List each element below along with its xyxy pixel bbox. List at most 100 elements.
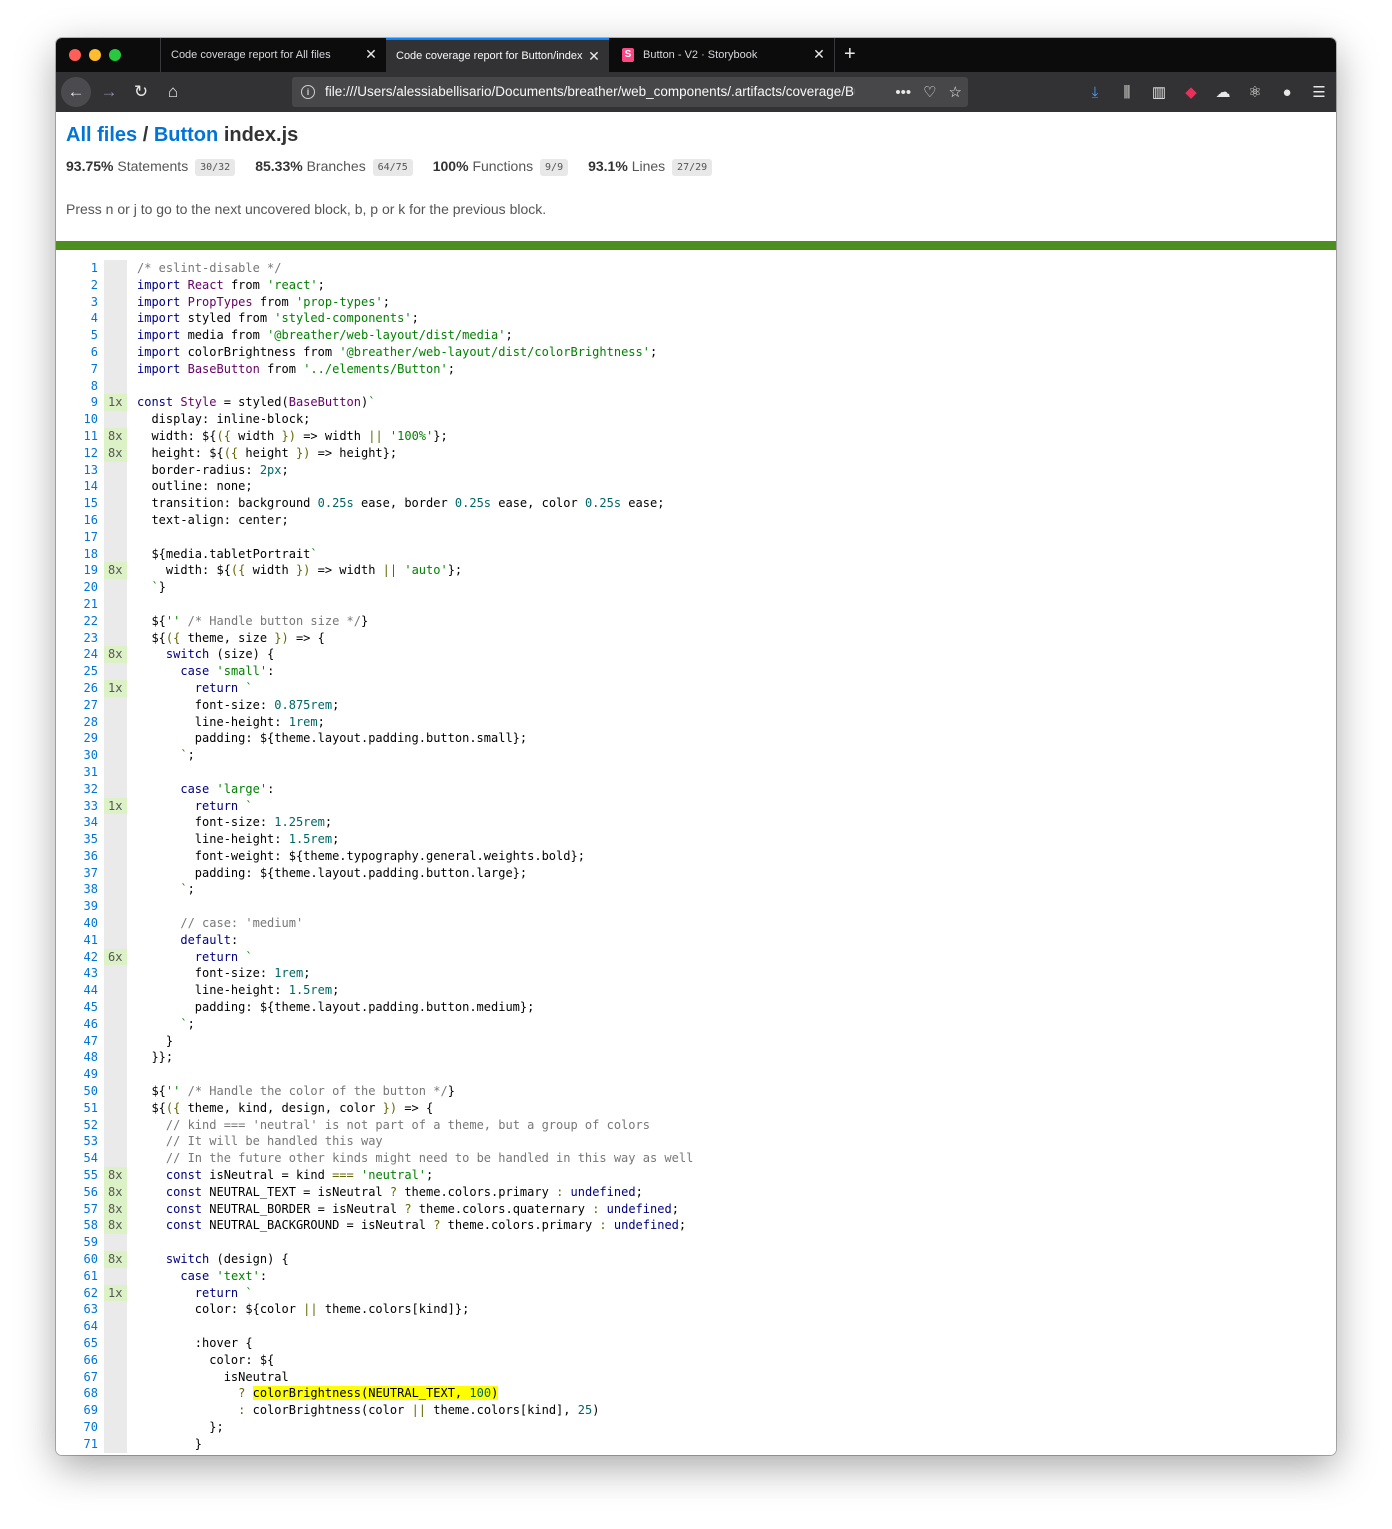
tab-storybook[interactable]: S Button - V2 · Storybook ✕ [609,38,835,72]
line-number[interactable]: 53 [56,1133,98,1150]
line-number[interactable]: 13 [56,462,98,479]
all-files-link[interactable]: All files [66,124,137,146]
line-number[interactable]: 3 [56,294,98,311]
line-number[interactable]: 71 [56,1436,98,1453]
line-number[interactable]: 64 [56,1318,98,1335]
line-number[interactable]: 66 [56,1352,98,1369]
line-number[interactable]: 35 [56,831,98,848]
line-number[interactable]: 10 [56,411,98,428]
line-number[interactable]: 68 [56,1385,98,1402]
line-number[interactable]: 19 [56,562,98,579]
bookmark-star-icon[interactable]: ☆ [949,83,962,101]
line-number[interactable]: 51 [56,1100,98,1117]
account-icon[interactable]: ● [1278,84,1296,101]
line-number[interactable]: 42 [56,949,98,966]
menu-icon[interactable]: ☰ [1310,83,1328,101]
minimize-window-button[interactable] [89,49,101,61]
line-number[interactable]: 44 [56,982,98,999]
line-number[interactable]: 31 [56,764,98,781]
line-number[interactable]: 55 [56,1167,98,1184]
line-number[interactable]: 2 [56,277,98,294]
line-number[interactable]: 21 [56,596,98,613]
line-number[interactable]: 59 [56,1234,98,1251]
line-number[interactable]: 69 [56,1402,98,1419]
line-number[interactable]: 29 [56,730,98,747]
line-number[interactable]: 45 [56,999,98,1016]
line-number[interactable]: 7 [56,361,98,378]
line-number[interactable]: 5 [56,327,98,344]
line-number[interactable]: 16 [56,512,98,529]
line-number[interactable]: 34 [56,814,98,831]
line-number[interactable]: 26 [56,680,98,697]
reload-icon[interactable]: ↻ [126,77,156,107]
react-devtools-icon[interactable]: ⚛ [1246,83,1264,101]
line-number[interactable]: 39 [56,898,98,915]
folder-link[interactable]: Button [154,124,218,146]
line-number[interactable]: 65 [56,1335,98,1352]
forward-arrow-icon[interactable]: → [94,77,124,107]
line-number[interactable]: 46 [56,1016,98,1033]
sidebar-icon[interactable]: ▥ [1150,83,1168,101]
line-number[interactable]: 1 [56,260,98,277]
library-icon[interactable]: ⫼ [1118,84,1136,101]
download-icon[interactable]: ⤓ [1086,84,1104,101]
line-number[interactable]: 17 [56,529,98,546]
line-number[interactable]: 58 [56,1217,98,1234]
line-number[interactable]: 43 [56,965,98,982]
line-number[interactable]: 48 [56,1049,98,1066]
line-number[interactable]: 52 [56,1117,98,1134]
line-number[interactable]: 4 [56,310,98,327]
extension-diamond-icon[interactable]: ◆ [1182,83,1200,101]
line-number[interactable]: 62 [56,1285,98,1302]
line-number[interactable]: 70 [56,1419,98,1436]
line-number[interactable]: 63 [56,1301,98,1318]
zoom-window-button[interactable] [109,49,121,61]
home-icon[interactable]: ⌂ [158,77,188,107]
line-number[interactable]: 6 [56,344,98,361]
tab-button-index[interactable]: Code coverage report for Button/index.js… [386,38,609,72]
line-number[interactable]: 67 [56,1369,98,1386]
close-icon[interactable]: ✕ [587,49,601,63]
line-number[interactable]: 60 [56,1251,98,1268]
line-number[interactable]: 41 [56,932,98,949]
line-number[interactable]: 36 [56,848,98,865]
tab-all-files[interactable]: Code coverage report for All files ✕ [160,38,386,72]
line-number[interactable]: 14 [56,478,98,495]
line-number[interactable]: 18 [56,546,98,563]
url-bar[interactable]: i file:///Users/alessiabellisario/Docume… [292,77,968,107]
line-number[interactable]: 49 [56,1066,98,1083]
line-number[interactable]: 11 [56,428,98,445]
close-icon[interactable]: ✕ [812,47,826,61]
url-text[interactable]: file:///Users/alessiabellisario/Document… [325,77,855,107]
line-number[interactable]: 28 [56,714,98,731]
line-number[interactable]: 57 [56,1201,98,1218]
line-number[interactable]: 23 [56,630,98,647]
line-number[interactable]: 22 [56,613,98,630]
line-number[interactable]: 9 [56,394,98,411]
line-number[interactable]: 12 [56,445,98,462]
line-number[interactable]: 30 [56,747,98,764]
close-icon[interactable]: ✕ [364,47,378,61]
line-number[interactable]: 56 [56,1184,98,1201]
line-number[interactable]: 24 [56,646,98,663]
line-number[interactable]: 27 [56,697,98,714]
line-number[interactable]: 61 [56,1268,98,1285]
extension-icon[interactable]: ☁ [1214,83,1232,101]
line-number[interactable]: 38 [56,881,98,898]
line-number[interactable]: 15 [56,495,98,512]
info-icon[interactable]: i [301,85,315,99]
line-number[interactable]: 37 [56,865,98,882]
back-arrow-icon[interactable]: ← [61,77,91,107]
line-number[interactable]: 33 [56,798,98,815]
close-window-button[interactable] [69,49,81,61]
line-number[interactable]: 40 [56,915,98,932]
line-number[interactable]: 8 [56,378,98,395]
line-number[interactable]: 20 [56,579,98,596]
pocket-save-icon[interactable]: ♡ [923,83,936,101]
new-tab-icon[interactable]: + [844,44,856,64]
line-number[interactable]: 50 [56,1083,98,1100]
line-number[interactable]: 54 [56,1150,98,1167]
more-icon[interactable]: ••• [895,84,911,101]
line-number[interactable]: 47 [56,1033,98,1050]
line-number[interactable]: 32 [56,781,98,798]
